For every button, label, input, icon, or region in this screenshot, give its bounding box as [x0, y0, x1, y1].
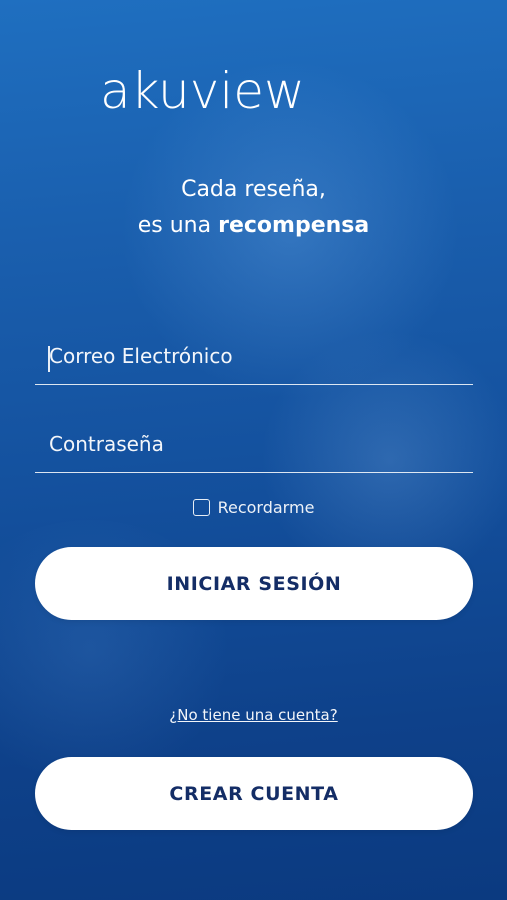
- remember-me-label[interactable]: Recordarme: [218, 498, 315, 517]
- tagline: Cada reseña, es una recompensa: [0, 172, 507, 244]
- tagline-line-2: es una recompensa: [0, 208, 507, 244]
- logo-wordmark: akuview: [100, 62, 305, 120]
- remember-me-checkbox[interactable]: [192, 499, 210, 516]
- password-placeholder: Contraseña: [49, 432, 164, 456]
- login-button[interactable]: INICIAR SESIÓN: [35, 547, 473, 620]
- tagline-line-1: Cada reseña,: [181, 177, 326, 202]
- tagline-highlight: recompensa: [218, 213, 370, 238]
- remember-me-row: Recordarme: [0, 498, 507, 517]
- akuview-logo: akuview: [100, 58, 410, 138]
- email-placeholder: Correo Electrónico: [49, 344, 233, 368]
- password-field[interactable]: Contraseña: [35, 422, 473, 473]
- create-account-button[interactable]: CREAR CUENTA: [35, 757, 473, 830]
- no-account-link[interactable]: ¿No tiene una cuenta?: [0, 706, 507, 724]
- tagline-prefix: es una: [137, 213, 219, 238]
- email-field[interactable]: Correo Electrónico: [35, 334, 473, 385]
- login-screen: akuview Cada reseña, es una recompensa C…: [0, 0, 507, 900]
